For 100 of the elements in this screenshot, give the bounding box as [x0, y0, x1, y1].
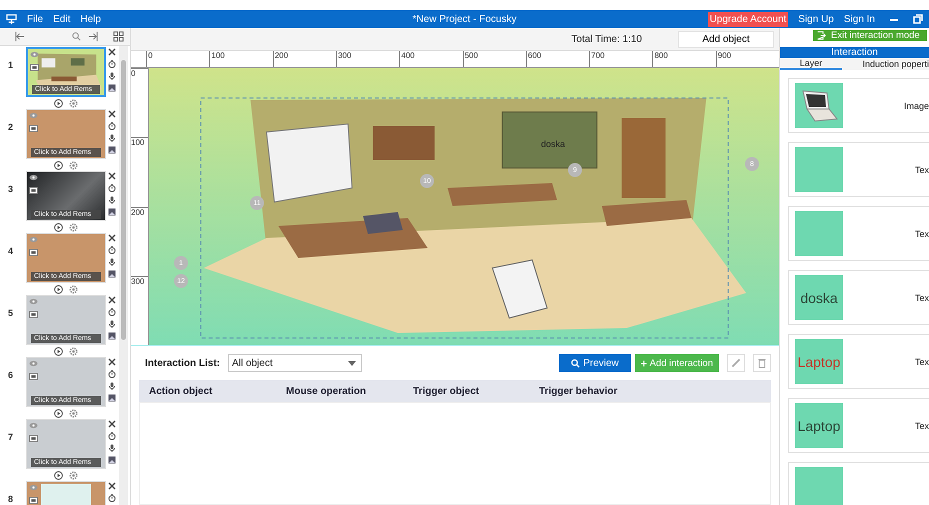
slide-number: 1	[8, 60, 14, 70]
scrollbar[interactable]	[119, 46, 128, 505]
timer-icon[interactable]	[108, 308, 116, 316]
add-object-button[interactable]: Add object	[678, 30, 774, 48]
screen-icon[interactable]	[29, 187, 38, 194]
timer-icon[interactable]	[108, 122, 116, 130]
search-icon[interactable]	[71, 31, 82, 42]
microphone-icon[interactable]	[108, 258, 116, 266]
image-icon[interactable]	[108, 208, 116, 216]
settings-icon[interactable]	[69, 285, 78, 294]
exit-icon	[817, 31, 826, 40]
layer-item[interactable]: doska Tex	[788, 270, 929, 325]
settings-icon[interactable]	[69, 99, 78, 108]
close-icon[interactable]	[108, 172, 116, 180]
timer-icon[interactable]	[108, 246, 116, 254]
image-icon[interactable]	[108, 456, 116, 464]
close-icon[interactable]	[108, 420, 116, 428]
slide-number: 6	[8, 370, 14, 380]
timer-icon[interactable]	[108, 494, 116, 502]
window-title: *New Project - Focusky	[412, 14, 516, 24]
upgrade-account-button[interactable]: Upgrade Account	[708, 12, 788, 26]
play-icon[interactable]	[54, 471, 63, 480]
sign-up-link[interactable]: Sign Up	[798, 14, 834, 24]
play-icon[interactable]	[54, 99, 63, 108]
image-icon[interactable]	[108, 394, 116, 402]
layout-icon[interactable]	[113, 31, 124, 42]
microphone-icon[interactable]	[108, 134, 116, 142]
play-icon[interactable]	[54, 223, 63, 232]
total-time-label: Total Time: 1:10	[571, 34, 642, 44]
column-header: Trigger object	[413, 386, 480, 396]
layer-item[interactable]: Laptop Tex	[788, 334, 929, 389]
image-icon[interactable]	[108, 84, 116, 92]
image-icon[interactable]	[108, 270, 116, 278]
timer-icon[interactable]	[108, 432, 116, 440]
layer-thumb-text: Laptop	[798, 354, 840, 370]
settings-icon[interactable]	[69, 347, 78, 356]
menu-item[interactable]: Edit	[53, 14, 70, 24]
timer-icon[interactable]	[108, 184, 116, 192]
screen-icon[interactable]	[29, 373, 38, 380]
preview-button[interactable]: Preview	[559, 354, 631, 372]
close-icon[interactable]	[108, 358, 116, 366]
layer-thumbnail	[795, 211, 843, 256]
object-dropdown[interactable]: All object	[228, 354, 362, 372]
layer-thumb-text: doska	[800, 290, 838, 306]
microphone-icon[interactable]	[108, 320, 116, 328]
close-icon[interactable]	[108, 482, 116, 490]
screen-icon[interactable]	[29, 497, 38, 504]
screen-icon[interactable]	[29, 311, 38, 318]
collapse-left-icon[interactable]	[14, 31, 25, 42]
ruler-label: 400	[399, 51, 463, 67]
layer-item[interactable]: Laptop Tex	[788, 398, 929, 453]
microphone-icon[interactable]	[108, 444, 116, 452]
slide-number: 7	[8, 432, 14, 442]
close-icon[interactable]	[108, 234, 116, 242]
settings-icon[interactable]	[69, 471, 78, 480]
layer-thumb-text: Laptop	[798, 418, 840, 434]
play-icon[interactable]	[54, 409, 63, 418]
panel-tab[interactable]: Layer	[780, 58, 842, 70]
close-icon[interactable]	[108, 296, 116, 304]
image-icon[interactable]	[108, 332, 116, 340]
slide-number: 5	[8, 308, 14, 318]
screen-icon[interactable]	[30, 64, 39, 71]
layer-item[interactable]: Image	[788, 78, 929, 133]
layer-thumbnail	[795, 467, 843, 505]
microphone-icon[interactable]	[108, 196, 116, 204]
eye-icon[interactable]	[29, 174, 38, 181]
play-icon[interactable]	[54, 285, 63, 294]
menu-item[interactable]: File	[27, 14, 44, 24]
screen-icon[interactable]	[29, 125, 38, 132]
layer-item[interactable]: Tex	[788, 142, 929, 197]
layer-thumbnail	[795, 147, 843, 192]
timer-icon[interactable]	[108, 60, 116, 68]
ruler-label: 200	[131, 206, 148, 276]
expand-right-icon[interactable]	[88, 31, 99, 42]
board-text[interactable]: doska	[541, 139, 566, 149]
column-header: Action object	[148, 386, 214, 396]
slide-number: 3	[8, 184, 14, 194]
image-icon[interactable]	[108, 146, 116, 154]
restore-icon[interactable]	[913, 14, 923, 24]
screen-icon[interactable]	[29, 435, 38, 442]
close-icon[interactable]	[108, 48, 116, 56]
layer-type: Tex	[914, 356, 929, 366]
play-icon[interactable]	[54, 347, 63, 356]
ruler-label: 700	[589, 51, 652, 67]
close-icon[interactable]	[108, 110, 116, 118]
timer-icon[interactable]	[108, 370, 116, 378]
ruler-label: 100	[131, 137, 148, 206]
settings-icon[interactable]	[69, 161, 78, 170]
sign-in-link[interactable]: Sign In	[844, 14, 875, 24]
panel-tab[interactable]: Induction poperti	[842, 58, 929, 70]
microphone-icon[interactable]	[108, 382, 116, 390]
caret-icon	[348, 360, 356, 366]
layer-item[interactable]: Tex	[788, 206, 929, 261]
settings-icon[interactable]	[69, 409, 78, 418]
play-icon[interactable]	[54, 161, 63, 170]
ruler-label: 500	[462, 51, 526, 67]
screen-icon[interactable]	[29, 249, 38, 256]
microphone-icon[interactable]	[108, 72, 116, 80]
settings-icon[interactable]	[69, 223, 78, 232]
menu-item[interactable]: Help	[80, 14, 101, 24]
